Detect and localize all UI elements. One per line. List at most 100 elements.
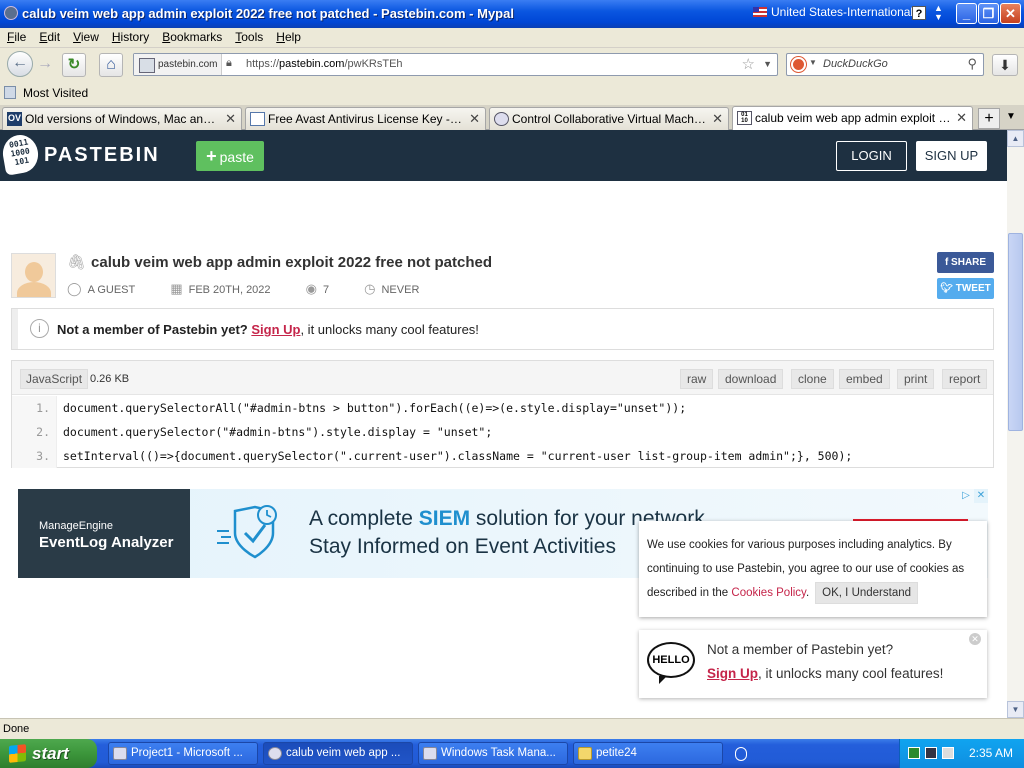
- ad-brand-panel[interactable]: ManageEngine EventLog Analyzer: [18, 489, 190, 578]
- tab-pastebin[interactable]: 01 10 calub veim web app admin exploit 20…: [732, 106, 973, 131]
- tab-virtual-machines[interactable]: Control Collaborative Virtual Machines! …: [489, 107, 729, 130]
- close-tab-icon[interactable]: ✕: [956, 110, 967, 126]
- clock-icon: ◷: [364, 281, 376, 296]
- start-button[interactable]: start: [0, 739, 97, 768]
- code-lines: 1. document.querySelectorAll("#admin-btns…: [12, 396, 993, 468]
- twitter-tweet-button[interactable]: 🐦︎ TWEET: [937, 278, 994, 299]
- code-line: 1. document.querySelectorAll("#admin-btns…: [12, 396, 993, 420]
- reload-icon[interactable]: ↻: [62, 53, 86, 77]
- author[interactable]: ◯ A GUEST: [67, 281, 151, 296]
- bookmark-star-icon[interactable]: ☆: [742, 54, 755, 75]
- task-task-manager[interactable]: Windows Task Mana...: [418, 742, 568, 765]
- forward-arrow-icon[interactable]: →: [33, 53, 57, 77]
- close-tab-icon[interactable]: ✕: [712, 111, 723, 127]
- windows-logo-icon: [9, 744, 26, 763]
- tray-green-icon[interactable]: [908, 747, 920, 759]
- maximize-button[interactable]: ❐: [978, 3, 999, 24]
- menu-file[interactable]: File: [0, 28, 32, 44]
- adchoices-icon[interactable]: ▷: [959, 489, 973, 503]
- menu-bookmarks[interactable]: Bookmarks: [155, 28, 228, 44]
- pastebin-icon: 01 10: [737, 111, 752, 125]
- gear-icon: [494, 112, 509, 126]
- close-tab-icon[interactable]: ✕: [225, 111, 236, 127]
- date: ▦ FEB 20TH, 2022: [170, 281, 271, 296]
- page-content: 0011 1000 101 PASTEBIN + paste LOGIN SIGN U…: [0, 130, 1007, 718]
- scroll-thumb[interactable]: [1008, 233, 1023, 431]
- menu-tools[interactable]: Tools: [228, 28, 269, 44]
- network-icon[interactable]: [925, 747, 937, 759]
- file-size: 0.26 KB: [90, 373, 130, 385]
- facebook-share-button[interactable]: f SHARE: [937, 252, 994, 273]
- menu-help[interactable]: Help: [269, 28, 307, 44]
- duckduckgo-icon[interactable]: [791, 57, 806, 72]
- paperclip-icon: 🖇︎: [67, 254, 87, 271]
- shield-clock-icon: [217, 505, 277, 559]
- code-header: JavaScript 0.26 KB raw download clone em…: [12, 361, 993, 395]
- minimize-button[interactable]: _: [956, 3, 977, 24]
- cookie-accept-button[interactable]: OK, I Understand: [815, 582, 919, 604]
- language-badge[interactable]: JavaScript: [20, 369, 89, 389]
- report-button[interactable]: report: [942, 369, 988, 389]
- notice-signup-link[interactable]: Sign Up: [251, 322, 300, 337]
- signup-button[interactable]: SIGN UP: [916, 141, 987, 171]
- back-arrow-icon[interactable]: ←: [7, 51, 33, 77]
- mouse-icon[interactable]: [735, 747, 747, 761]
- search-placeholder[interactable]: DuckDuckGo: [823, 54, 888, 75]
- embed-button[interactable]: embed: [839, 369, 890, 389]
- url-text[interactable]: https://pastebin.com/pwKRsTEh: [246, 54, 403, 75]
- close-popup-icon[interactable]: ✕: [969, 633, 981, 645]
- task-mypal[interactable]: calub veim web app ...: [263, 742, 413, 765]
- raw-button[interactable]: raw: [680, 369, 714, 389]
- lock-icon[interactable]: 🔒︎: [226, 57, 232, 70]
- clock[interactable]: 2:35 AM: [969, 746, 1013, 760]
- pastebin-logo-icon[interactable]: 0011 1000 101: [0, 132, 42, 176]
- most-visited-bookmark[interactable]: Most Visited: [4, 86, 88, 100]
- ad-brand: ManageEngine: [39, 520, 114, 532]
- vb-project-icon: [113, 747, 127, 760]
- close-button[interactable]: ✕: [1000, 3, 1021, 24]
- plus-icon: +: [206, 146, 217, 166]
- calendar-icon: ▦: [170, 281, 183, 296]
- task-project1[interactable]: Project1 - Microsoft ...: [108, 742, 258, 765]
- print-button[interactable]: print: [897, 369, 935, 389]
- close-tab-icon[interactable]: ✕: [469, 111, 480, 127]
- url-dropdown-icon[interactable]: ▼: [763, 54, 772, 75]
- site-identity[interactable]: pastebin.com: [134, 54, 223, 75]
- clone-button[interactable]: clone: [791, 369, 834, 389]
- language-indicator[interactable]: United States-International: [753, 5, 913, 23]
- bookmarks-toolbar: Most Visited: [0, 83, 1024, 105]
- signup-popup-link[interactable]: Sign Up: [707, 666, 758, 681]
- search-engine-dropdown-icon[interactable]: ▼: [809, 58, 817, 67]
- scroll-down-icon[interactable]: ▼: [1007, 701, 1024, 718]
- volume-icon[interactable]: [942, 747, 954, 759]
- help-button[interactable]: ?: [912, 6, 926, 20]
- search-box[interactable]: ▼ DuckDuckGo ⚲: [786, 53, 984, 76]
- menu-edit[interactable]: Edit: [32, 28, 66, 44]
- tab-list-icon[interactable]: ▼: [1006, 111, 1016, 122]
- status-bar: Done: [0, 718, 1024, 739]
- scroll-up-icon[interactable]: ▲: [1007, 130, 1024, 147]
- code-line: 2. document.querySelector("#admin-btns").…: [12, 420, 993, 444]
- tab-old-versions[interactable]: OV Old versions of Windows, Mac and Linu…: [2, 107, 242, 130]
- home-icon[interactable]: ⌂: [99, 53, 123, 77]
- folder-icon: [578, 747, 592, 760]
- vertical-scrollbar[interactable]: ▲ ▼: [1007, 130, 1024, 718]
- task-petite24[interactable]: petite24: [573, 742, 723, 765]
- new-tab-button[interactable]: +: [978, 108, 1000, 129]
- pastebin-header: 0011 1000 101 PASTEBIN + paste LOGIN SIGN U…: [0, 130, 1007, 181]
- ad-close-icon[interactable]: ✕: [974, 489, 988, 503]
- pastebin-logo-text[interactable]: PASTEBIN: [44, 144, 160, 167]
- address-bar[interactable]: pastebin.com 🔒︎ https://pastebin.com/pwK…: [133, 53, 778, 76]
- search-icon[interactable]: ⚲: [967, 56, 977, 72]
- login-button[interactable]: LOGIN: [836, 141, 907, 171]
- menu-history[interactable]: History: [105, 28, 155, 44]
- menu-view[interactable]: View: [66, 28, 105, 44]
- cookies-policy-link[interactable]: Cookies Policy: [731, 587, 806, 599]
- download-button[interactable]: download: [718, 369, 784, 389]
- new-paste-button[interactable]: + paste: [196, 141, 264, 171]
- hello-speech-bubble-icon: HELLO: [647, 642, 695, 684]
- language-options-icon[interactable]: ▲ ▼: [934, 4, 943, 22]
- download-icon[interactable]: ⬇: [992, 54, 1018, 76]
- ad-product: EventLog Analyzer: [39, 534, 174, 551]
- tab-avast[interactable]: Free Avast Antivirus License Key - Solv.…: [245, 107, 486, 130]
